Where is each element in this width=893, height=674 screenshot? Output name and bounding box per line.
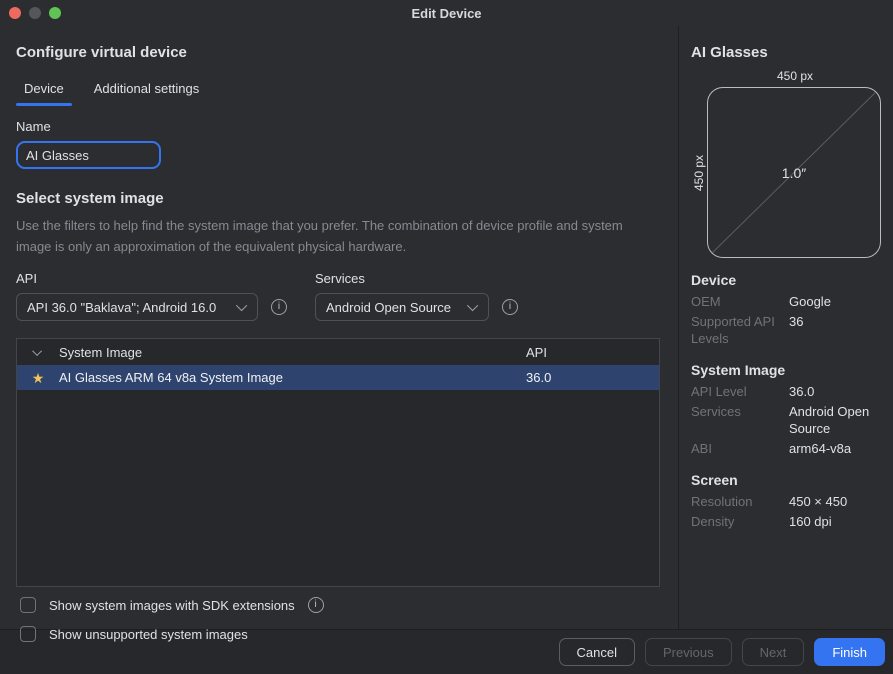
api-filter-label: API xyxy=(16,271,287,286)
select-system-image-description: Use the filters to help find the system … xyxy=(16,215,648,257)
density-label: Density xyxy=(691,513,789,530)
system-image-section-heading: System Image xyxy=(691,362,881,378)
supported-api-value: 36 xyxy=(789,313,881,347)
device-details-panel: AI Glasses 450 px 450 px 1.0″ Device OEM… xyxy=(678,26,893,629)
services-dropdown-value: Android Open Source xyxy=(326,300,451,315)
select-system-image-heading: Select system image xyxy=(16,190,662,207)
main-content: Configure virtual device Device Addition… xyxy=(0,26,678,629)
api-info-icon[interactable] xyxy=(271,299,287,315)
system-image-name: AI Glasses ARM 64 v8a System Image xyxy=(59,370,526,385)
detail-row-abi: ABI arm64-v8a xyxy=(691,438,881,458)
sdk-extensions-checkbox-label: Show system images with SDK extensions xyxy=(49,598,295,613)
resolution-value: 450 × 450 xyxy=(789,493,881,510)
api-dropdown[interactable]: API 36.0 "Baklava"; Android 16.0 xyxy=(16,293,258,321)
services-dropdown[interactable]: Android Open Source xyxy=(315,293,489,321)
traffic-lights xyxy=(0,7,61,19)
services-filter-label: Services xyxy=(315,271,518,286)
services-filter-group: Services Android Open Source xyxy=(315,271,518,321)
screen-outline: 1.0″ xyxy=(707,87,881,258)
oem-value: Google xyxy=(789,293,881,310)
tab-device[interactable]: Device xyxy=(16,74,72,106)
sort-chevron-icon[interactable] xyxy=(32,346,42,356)
device-screen-preview: 450 px 1.0″ xyxy=(691,87,881,258)
services-value: Android Open Source xyxy=(789,403,881,437)
close-window-button[interactable] xyxy=(9,7,21,19)
detail-row-oem: OEM Google xyxy=(691,291,881,311)
abi-label: ABI xyxy=(691,440,789,457)
chevron-down-icon xyxy=(236,300,247,311)
system-image-table: System Image API ★ AI Glasses ARM 64 v8a… xyxy=(16,338,660,587)
system-image-api: 36.0 xyxy=(526,370,659,385)
api-level-value: 36.0 xyxy=(789,383,881,400)
sdk-extensions-info-icon[interactable] xyxy=(308,597,324,613)
detail-row-supported-api: Supported API Levels 36 xyxy=(691,311,881,348)
detail-row-resolution: Resolution 450 × 450 xyxy=(691,491,881,511)
sdk-extensions-checkbox-row: Show system images with SDK extensions xyxy=(16,597,662,613)
density-value: 160 dpi xyxy=(789,513,881,530)
table-header: System Image API xyxy=(17,339,659,365)
device-section-heading: Device xyxy=(691,272,881,288)
abi-value: arm64-v8a xyxy=(789,440,881,457)
minimize-window-button xyxy=(29,7,41,19)
detail-row-api-level: API Level 36.0 xyxy=(691,381,881,401)
oem-label: OEM xyxy=(691,293,789,310)
window-title: Edit Device xyxy=(0,6,893,21)
preview-diagonal-label: 1.0″ xyxy=(708,88,880,257)
api-dropdown-value: API 36.0 "Baklava"; Android 16.0 xyxy=(27,300,216,315)
maximize-window-button[interactable] xyxy=(49,7,61,19)
finish-button[interactable]: Finish xyxy=(814,638,885,666)
column-header-api[interactable]: API xyxy=(526,345,659,360)
preview-width-label: 450 px xyxy=(709,69,881,83)
preview-height-label: 450 px xyxy=(692,154,706,190)
next-button: Next xyxy=(742,638,805,666)
tab-additional-settings[interactable]: Additional settings xyxy=(86,74,208,106)
name-label: Name xyxy=(16,119,662,134)
edit-device-dialog: Edit Device Configure virtual device Dev… xyxy=(0,0,893,674)
detail-row-services: Services Android Open Source xyxy=(691,401,881,438)
previous-button: Previous xyxy=(645,638,732,666)
api-level-label: API Level xyxy=(691,383,789,400)
filters-row: API API 36.0 "Baklava"; Android 16.0 Ser… xyxy=(16,271,662,321)
cancel-button[interactable]: Cancel xyxy=(559,638,635,666)
page-title: Configure virtual device xyxy=(16,44,662,61)
tab-bar: Device Additional settings xyxy=(16,74,662,106)
unsupported-checkbox-label: Show unsupported system images xyxy=(49,627,248,642)
screen-section-heading: Screen xyxy=(691,472,881,488)
column-header-system-image[interactable]: System Image xyxy=(59,345,526,360)
api-filter-group: API API 36.0 "Baklava"; Android 16.0 xyxy=(16,271,287,321)
chevron-down-icon xyxy=(467,300,478,311)
panel-device-title: AI Glasses xyxy=(691,44,881,61)
unsupported-checkbox-row: Show unsupported system images xyxy=(16,626,662,642)
sdk-extensions-checkbox[interactable] xyxy=(20,597,36,613)
services-info-icon[interactable] xyxy=(502,299,518,315)
titlebar: Edit Device xyxy=(0,0,893,26)
supported-api-label: Supported API Levels xyxy=(691,313,789,347)
services-label: Services xyxy=(691,403,789,437)
unsupported-checkbox[interactable] xyxy=(20,626,36,642)
detail-row-density: Density 160 dpi xyxy=(691,511,881,531)
table-row[interactable]: ★ AI Glasses ARM 64 v8a System Image 36.… xyxy=(17,365,659,390)
device-name-input[interactable] xyxy=(16,141,161,169)
resolution-label: Resolution xyxy=(691,493,789,510)
star-icon[interactable]: ★ xyxy=(32,371,45,385)
